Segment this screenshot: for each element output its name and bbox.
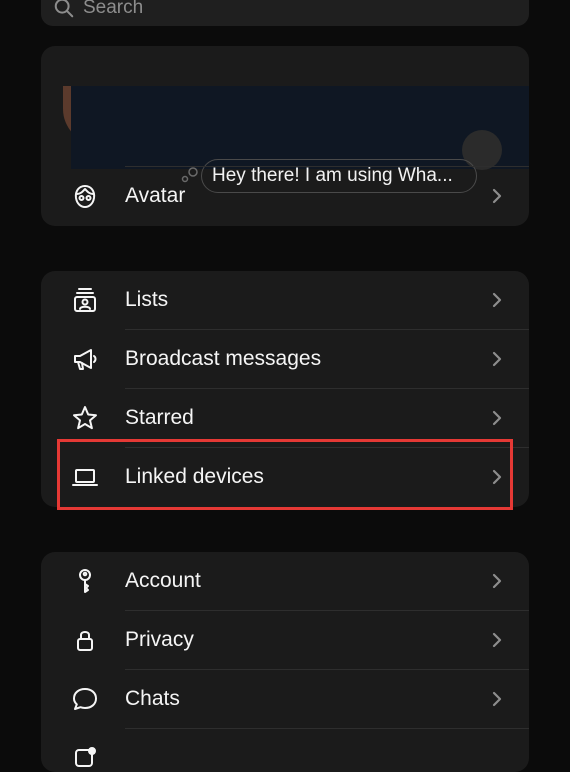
avatar-face-icon <box>71 182 99 210</box>
privacy-label: Privacy <box>125 628 194 651</box>
lists-row[interactable]: Lists <box>41 271 529 329</box>
megaphone-icon <box>71 345 99 373</box>
key-icon <box>71 567 99 595</box>
chevron-right-icon <box>492 188 502 204</box>
chevron-right-icon <box>492 573 502 589</box>
broadcast-messages-label: Broadcast messages <box>125 347 322 370</box>
lists-icon <box>71 286 99 314</box>
linked-devices-highlight <box>57 439 513 510</box>
profile-card: Hey there! I am using Wha... Avatar <box>41 46 529 226</box>
chevron-right-icon <box>492 351 502 367</box>
settings-card: Account Privacy Chats <box>41 552 529 772</box>
account-label: Account <box>125 569 201 592</box>
avatar-label: Avatar <box>125 184 186 207</box>
search-icon <box>54 0 74 18</box>
chevron-right-icon <box>492 292 502 308</box>
privacy-row[interactable]: Privacy <box>41 611 529 669</box>
chevron-right-icon <box>492 691 502 707</box>
lists-label: Lists <box>125 288 169 311</box>
star-icon <box>71 404 99 432</box>
search-placeholder: Search <box>83 0 144 18</box>
notifications-row-partial[interactable] <box>41 729 529 772</box>
chats-label: Chats <box>125 687 180 710</box>
avatar-row[interactable]: Avatar <box>41 167 529 225</box>
redacted-name-area <box>71 86 529 169</box>
chat-bubble-icon <box>71 685 99 713</box>
broadcast-messages-row[interactable]: Broadcast messages <box>41 330 529 388</box>
chevron-right-icon <box>492 410 502 426</box>
notification-icon <box>71 744 99 772</box>
account-row[interactable]: Account <box>41 552 529 610</box>
starred-label: Starred <box>125 406 194 429</box>
chats-row[interactable]: Chats <box>41 670 529 728</box>
search-bar[interactable]: Search <box>41 0 529 26</box>
chevron-right-icon <box>492 632 502 648</box>
lock-icon <box>71 626 99 654</box>
